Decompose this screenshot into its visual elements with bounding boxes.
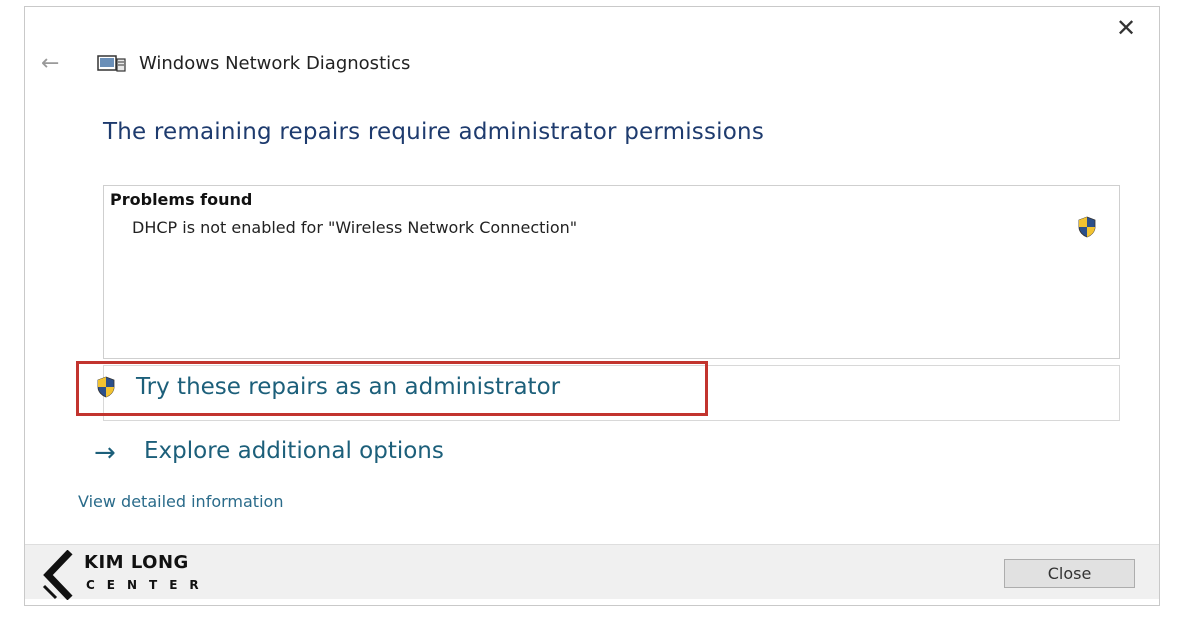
logo-line2: CENTER [86, 578, 211, 592]
view-detailed-information-link[interactable]: View detailed information [78, 492, 283, 511]
page-heading: The remaining repairs require administra… [103, 119, 764, 145]
logo-chevron-icon [42, 550, 73, 600]
close-window-icon[interactable]: ✕ [1115, 16, 1137, 40]
uac-shield-icon [1078, 216, 1096, 238]
uac-shield-icon [97, 376, 115, 398]
explore-additional-options-link[interactable]: Explore additional options [144, 438, 444, 464]
kim-long-center-logo: KIM LONG CENTER [40, 548, 225, 602]
close-button[interactable]: Close [1004, 559, 1135, 588]
back-arrow-icon[interactable]: ← [41, 51, 59, 76]
problem-item-text: DHCP is not enabled for "Wireless Networ… [132, 218, 578, 237]
network-diagnostics-app-icon [97, 55, 126, 72]
arrow-right-icon: → [94, 438, 116, 468]
network-diagnostics-dialog: ✕ ← Windows Network Diagnostics The rema… [24, 6, 1160, 606]
window-title: Windows Network Diagnostics [139, 53, 411, 74]
problems-found-panel: Problems found DHCP is not enabled for "… [103, 185, 1120, 359]
problems-found-header: Problems found [110, 190, 253, 209]
logo-line1: KIM LONG [84, 552, 189, 573]
try-repairs-as-admin-link[interactable]: Try these repairs as an administrator [136, 374, 560, 400]
